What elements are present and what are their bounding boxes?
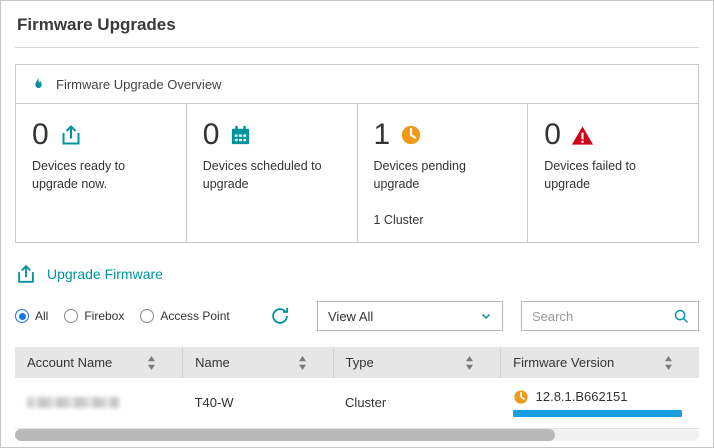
upgrade-firmware-button[interactable]: Upgrade Firmware [15,263,699,285]
calendar-icon [229,124,252,147]
sort-icon[interactable] [298,356,307,370]
stat-ready-value: 0 [32,118,49,152]
radio-firebox-circle [64,309,78,323]
view-filter-dropdown[interactable]: View All [317,301,503,331]
table-row[interactable]: T40-W Cluster 12.8.1.B662151 [15,378,699,428]
devices-table: Account Name Name Type Firmware Version [15,347,699,429]
column-header-firmware-version[interactable]: Firmware Version [501,347,699,378]
alert-icon [571,124,594,147]
table-header-row: Account Name Name Type Firmware Version [15,347,699,378]
cell-account-name [15,378,183,428]
search-box [521,301,699,331]
radio-all[interactable]: All [15,309,48,323]
pending-icon [400,124,422,146]
radio-firebox[interactable]: Firebox [64,309,124,323]
search-icon[interactable] [673,308,690,325]
stat-pending-value: 1 [374,118,391,152]
blurred-account-name [27,397,119,408]
stat-scheduled: 0 Devices scheduled to upgrade [187,104,358,242]
radio-access-point-circle [140,309,154,323]
stat-pending: 1 Devices pending upgrade 1 Cluster [358,104,529,242]
overview-card-header: Firmware Upgrade Overview [16,65,698,104]
flame-icon [30,75,46,93]
stat-failed: 0 Devices failed to upgrade [528,104,698,242]
device-type-filter: All Firebox Access Point [15,309,230,323]
cell-device-name: T40-W [183,378,333,428]
cell-firmware-version: 12.8.1.B662151 [501,378,699,428]
firmware-version-text: 12.8.1.B662151 [536,389,628,404]
column-header-name[interactable]: Name [183,347,333,378]
view-filter-value: View All [328,309,373,324]
page-title: Firmware Upgrades [15,11,699,48]
stat-failed-label: Devices failed to upgrade [544,158,664,193]
chevron-down-icon [480,310,492,322]
radio-access-point-label: Access Point [160,309,229,323]
toolbar: All Firebox Access Point View All [15,301,699,331]
overview-stats-row: 0 Devices ready to upgrade now. 0 [16,104,698,242]
stat-pending-label: Devices pending upgrade [374,158,494,193]
radio-all-circle [15,309,29,323]
upgrade-progress-bar [513,410,682,417]
horizontal-scrollbar[interactable] [15,429,699,441]
radio-all-label: All [35,309,48,323]
cell-device-type: Cluster [333,378,501,428]
radio-firebox-label: Firebox [84,309,124,323]
sort-icon[interactable] [465,356,474,370]
column-header-type[interactable]: Type [333,347,501,378]
stat-scheduled-value: 0 [203,118,220,152]
stat-ready-to-upgrade: 0 Devices ready to upgrade now. [16,104,187,242]
stat-scheduled-label: Devices scheduled to upgrade [203,158,323,193]
refresh-icon[interactable] [269,305,291,327]
scrollbar-thumb[interactable] [15,429,555,441]
column-header-account-name[interactable]: Account Name [15,347,183,378]
sort-icon[interactable] [664,356,673,370]
upgrade-firmware-label: Upgrade Firmware [47,266,163,282]
search-input[interactable] [532,309,673,324]
firmware-overview-card: Firmware Upgrade Overview 0 Devices read… [15,64,699,243]
upgrade-icon [15,263,37,285]
sort-icon[interactable] [147,356,156,370]
pending-icon [513,389,529,405]
stat-failed-value: 0 [544,118,561,152]
stat-ready-label: Devices ready to upgrade now. [32,158,152,193]
radio-access-point[interactable]: Access Point [140,309,229,323]
upgrade-icon [59,123,83,147]
firmware-upgrades-page: Firmware Upgrades Firmware Upgrade Overv… [0,0,714,448]
overview-card-title: Firmware Upgrade Overview [56,77,221,92]
stat-pending-sub: 1 Cluster [374,213,512,227]
